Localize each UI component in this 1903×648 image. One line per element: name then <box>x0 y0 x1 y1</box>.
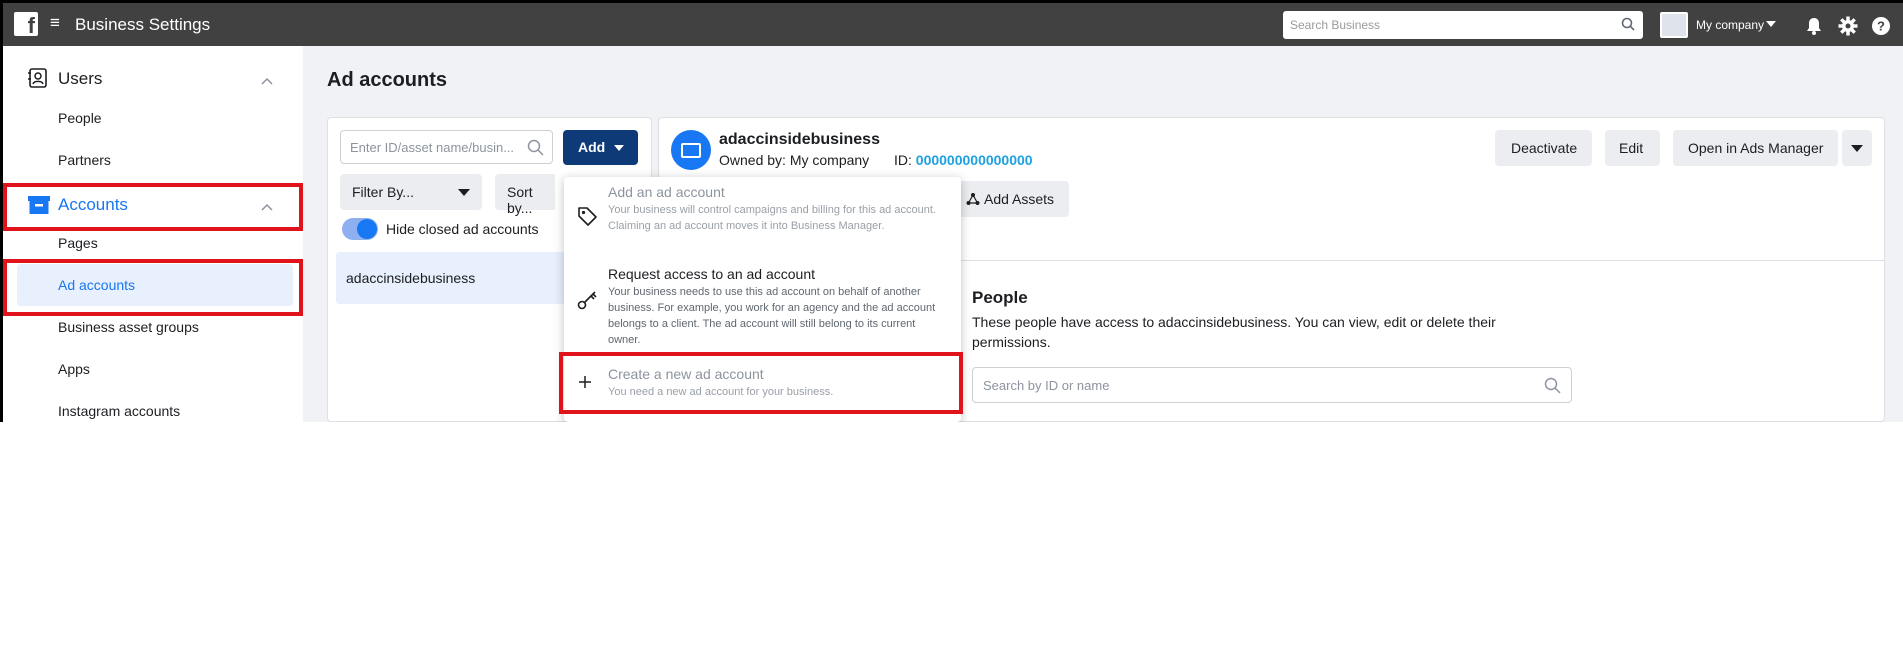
hide-closed-label: Hide closed ad accounts <box>386 221 539 237</box>
menu-item-description: You need a new ad account for your busin… <box>608 386 834 398</box>
menu-item-add-ad-account[interactable]: Add an ad account Your business will con… <box>564 177 961 257</box>
business-search-input[interactable] <box>1283 11 1603 39</box>
menu-item-description: Your business will control campaigns and… <box>608 204 936 232</box>
open-ads-manager-label: Open in Ads Manager <box>1688 140 1824 156</box>
menu-item-title: Create a new ad account <box>608 366 764 382</box>
company-avatar[interactable] <box>1660 12 1688 38</box>
search-icon[interactable] <box>1621 17 1635 36</box>
gear-icon[interactable] <box>1837 15 1859 37</box>
deactivate-button[interactable]: Deactivate <box>1495 130 1592 166</box>
sidebar-section-label: Accounts <box>58 195 128 214</box>
edit-button[interactable]: Edit <box>1605 130 1660 166</box>
sidebar-section-accounts[interactable]: Accounts <box>3 184 303 224</box>
add-dropdown-menu: Add an ad account Your business will con… <box>564 177 961 422</box>
page-title: Ad accounts <box>327 69 448 91</box>
hide-closed-toggle[interactable] <box>342 218 378 240</box>
add-assets-label: Add Assets <box>984 191 1055 207</box>
chevron-down-icon <box>1851 145 1863 152</box>
menu-item-title: Add an ad account <box>608 184 725 200</box>
menu-item-create-ad-account[interactable]: Create a new ad account You need a new a… <box>564 357 961 417</box>
menu-icon[interactable]: ≡ <box>50 13 60 33</box>
filter-by-dropdown[interactable]: Filter By... <box>340 174 482 210</box>
add-button[interactable]: Add <box>563 130 638 165</box>
menu-item-request-access[interactable]: Request access to an ad account Your bus… <box>564 259 961 349</box>
account-owner: Owned by: My company <box>719 152 870 168</box>
sidebar: Users People Partners Accounts Pages Ad … <box>3 46 303 422</box>
search-icon[interactable] <box>1544 377 1561 399</box>
app-title: Business Settings <box>75 15 211 34</box>
add-assets-button[interactable]: Add Assets <box>954 181 1069 217</box>
asset-search-input[interactable] <box>341 131 521 163</box>
business-search <box>1283 11 1643 39</box>
sort-by-label: Sort by... <box>507 184 533 216</box>
search-icon[interactable] <box>527 139 544 161</box>
chevron-down-icon <box>458 189 470 196</box>
sidebar-section-label: Users <box>58 69 103 88</box>
sidebar-item-instagram-accounts[interactable]: Instagram accounts <box>58 403 180 419</box>
asset-search <box>340 130 553 164</box>
account-id-value[interactable]: 000000000000000 <box>916 152 1033 168</box>
people-search-input[interactable] <box>973 368 1533 402</box>
account-name: adaccinsidebusiness <box>719 131 880 148</box>
sidebar-item-apps[interactable]: Apps <box>58 361 90 377</box>
company-switcher-label[interactable]: My company <box>1696 18 1764 32</box>
sidebar-item-pages[interactable]: Pages <box>58 235 98 251</box>
account-id-label: ID: <box>894 152 912 168</box>
tag-icon <box>576 205 598 232</box>
people-description: These people have access to adaccinsideb… <box>972 314 1496 350</box>
toggle-knob <box>357 219 377 239</box>
list-item[interactable]: adaccinsidebusiness <box>336 252 566 304</box>
edit-label: Edit <box>1619 140 1644 156</box>
users-icon <box>27 67 49 94</box>
people-search <box>972 367 1572 403</box>
business-settings-app: f ≡ Business Settings My company ? Users <box>0 0 1903 422</box>
sidebar-item-partners[interactable]: Partners <box>58 152 111 168</box>
menu-item-title: Request access to an ad account <box>608 266 816 282</box>
sidebar-item-people[interactable]: People <box>58 110 102 126</box>
svg-text:?: ? <box>1877 19 1885 34</box>
chevron-down-icon[interactable] <box>1766 21 1776 27</box>
key-icon <box>576 289 598 316</box>
chevron-up-icon[interactable] <box>261 198 273 216</box>
plus-icon <box>576 373 594 396</box>
bell-icon[interactable] <box>1803 15 1825 37</box>
add-button-label: Add <box>578 139 606 155</box>
accounts-icon <box>27 195 51 220</box>
deactivate-label: Deactivate <box>1511 140 1578 156</box>
facebook-logo-icon[interactable]: f <box>14 12 38 36</box>
more-options-button[interactable] <box>1842 130 1872 166</box>
sidebar-section-users[interactable]: Users <box>3 58 303 98</box>
account-id: ID: 000000000000000 <box>894 152 1033 168</box>
chevron-down-icon <box>614 145 624 151</box>
share-icon <box>966 192 980 209</box>
chevron-up-icon[interactable] <box>261 72 273 90</box>
open-in-ads-manager-button[interactable]: Open in Ads Manager <box>1673 130 1838 166</box>
people-title: People <box>972 288 1028 307</box>
help-icon[interactable]: ? <box>1870 15 1892 37</box>
sidebar-item-ad-accounts[interactable]: Ad accounts <box>58 277 135 293</box>
filter-by-label: Filter By... <box>352 184 414 200</box>
sidebar-item-business-asset-groups[interactable]: Business asset groups <box>58 319 199 335</box>
sort-by-dropdown[interactable]: Sort by... <box>495 174 555 216</box>
account-row-label: adaccinsidebusiness <box>346 270 476 286</box>
ad-account-icon <box>671 130 711 170</box>
top-bar: f ≡ Business Settings My company ? <box>3 0 1903 46</box>
menu-item-description: Your business needs to use this ad accou… <box>608 286 936 346</box>
